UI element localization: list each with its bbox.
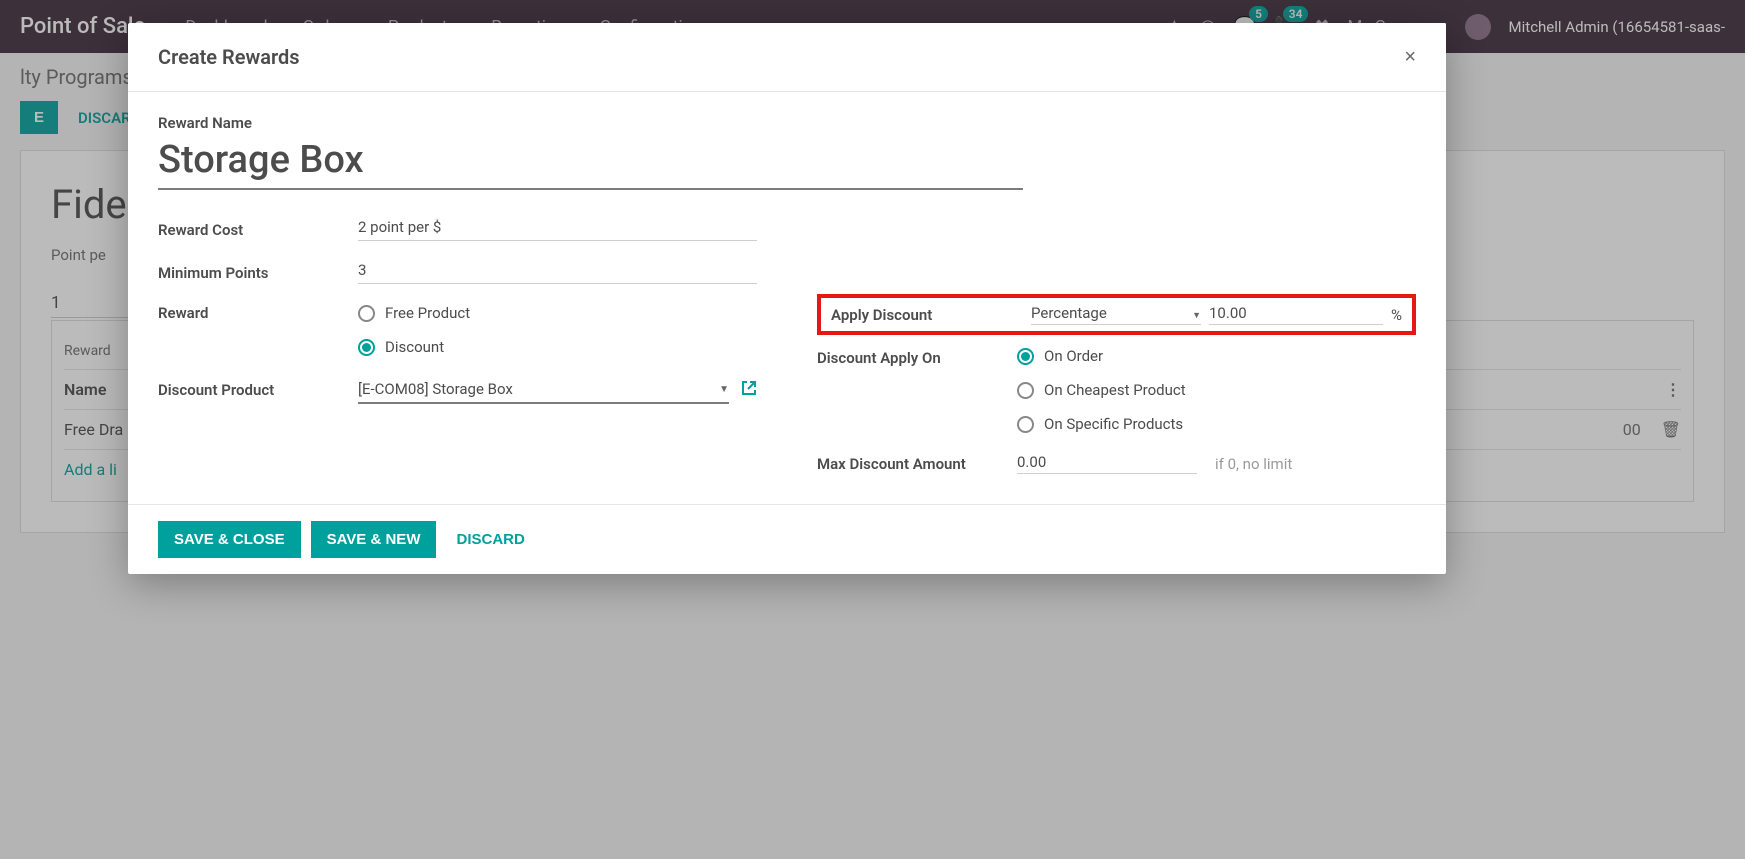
- radio-icon: [1017, 382, 1034, 399]
- discount-product-label: Discount Product: [158, 381, 358, 399]
- apply-on-specific[interactable]: On Specific Products: [1017, 415, 1416, 433]
- radio-icon: [1017, 348, 1034, 365]
- max-discount-hint: if 0, no limit: [1215, 455, 1292, 473]
- reward-name-input[interactable]: [158, 136, 1023, 190]
- radio-icon: [358, 305, 375, 322]
- reward-cost-value[interactable]: 2 point per $: [358, 218, 757, 241]
- apply-discount-value-input[interactable]: 10.00: [1209, 304, 1383, 325]
- reward-option-free-product[interactable]: Free Product: [358, 304, 757, 322]
- apply-on-order[interactable]: On Order: [1017, 347, 1416, 365]
- chevron-down-icon: [1186, 304, 1201, 322]
- discard-button[interactable]: DISCARD: [456, 531, 524, 548]
- min-points-label: Minimum Points: [158, 264, 358, 282]
- save-new-button[interactable]: SAVE & NEW: [311, 521, 437, 558]
- reward-name-label: Reward Name: [158, 114, 1416, 132]
- reward-option-free-product-label: Free Product: [385, 304, 470, 322]
- apply-on-specific-label: On Specific Products: [1044, 415, 1183, 433]
- apply-discount-type-select[interactable]: Percentage: [1031, 304, 1201, 325]
- apply-on-order-label: On Order: [1044, 347, 1103, 365]
- apply-on-cheapest[interactable]: On Cheapest Product: [1017, 381, 1416, 399]
- apply-discount-unit: %: [1391, 306, 1402, 324]
- apply-on-cheapest-label: On Cheapest Product: [1044, 381, 1186, 399]
- apply-discount-type-value: Percentage: [1031, 304, 1107, 322]
- radio-icon: [1017, 416, 1034, 433]
- max-discount-label: Max Discount Amount: [817, 455, 1017, 473]
- reward-option-discount[interactable]: Discount: [358, 338, 757, 356]
- save-close-button[interactable]: SAVE & CLOSE: [158, 521, 301, 558]
- min-points-value[interactable]: 3: [358, 261, 757, 284]
- close-icon[interactable]: ×: [1404, 46, 1416, 69]
- form-left-column: Reward Cost 2 point per $ Minimum Points…: [158, 218, 757, 474]
- reward-option-discount-label: Discount: [385, 338, 444, 356]
- chevron-down-icon: ▼: [719, 384, 729, 395]
- form-right-column: Apply Discount Percentage 10.00 % Discou…: [817, 294, 1416, 474]
- external-link-icon[interactable]: [741, 380, 757, 400]
- discount-apply-on-label: Discount Apply On: [817, 347, 1017, 367]
- radio-icon: [358, 339, 375, 356]
- modal-title: Create Rewards: [158, 45, 300, 69]
- apply-discount-label: Apply Discount: [831, 306, 1031, 324]
- apply-discount-highlight: Apply Discount Percentage 10.00 %: [817, 294, 1416, 335]
- max-discount-input[interactable]: 0.00: [1017, 453, 1197, 474]
- reward-type-label: Reward: [158, 304, 358, 322]
- discount-product-value: [E-COM08] Storage Box: [358, 380, 513, 398]
- discount-product-select[interactable]: [E-COM08] Storage Box ▼: [358, 376, 729, 404]
- reward-cost-label: Reward Cost: [158, 221, 358, 239]
- create-rewards-modal: Create Rewards × Reward Name Reward Cost…: [128, 23, 1446, 574]
